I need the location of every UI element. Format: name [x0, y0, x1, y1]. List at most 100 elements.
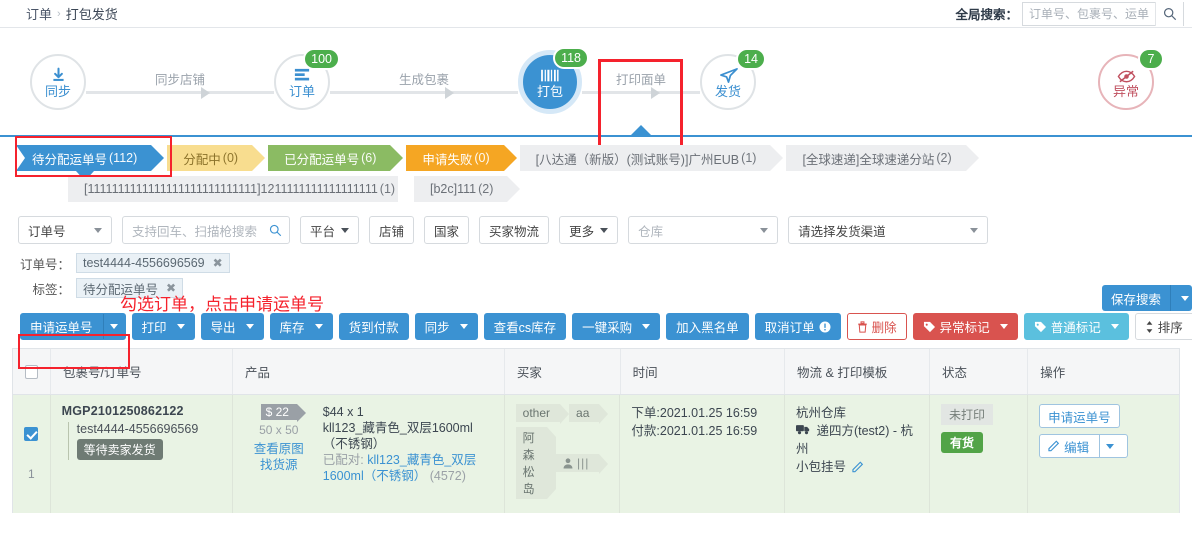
- table-header-row: 包裹号/订单号 产品 买家 时间 物流 & 打印模板 状态 操作: [13, 349, 1179, 395]
- save-search-button[interactable]: 保存搜索: [1101, 285, 1170, 311]
- tag-icon: [923, 321, 935, 332]
- filter-shipping-channel[interactable]: 请选择发货渠道: [788, 216, 989, 244]
- truck-icon: [795, 425, 810, 435]
- step-sync[interactable]: 同步: [30, 53, 86, 110]
- tab-custom-numeric[interactable]: [1111111111111111111111111111]1211111111…: [68, 176, 398, 202]
- save-search-dropdown[interactable]: [1170, 285, 1192, 311]
- filter-platform[interactable]: 平台: [300, 216, 360, 244]
- cod-label: 货到付款: [348, 321, 399, 335]
- chip-label-tag: 标签：: [32, 282, 70, 297]
- filter-country[interactable]: 国家: [424, 216, 470, 244]
- export-button[interactable]: 导出: [200, 313, 264, 340]
- orders-table: 包裹号/订单号 产品 买家 时间 物流 & 打印模板 状态 操作 1 MGP21…: [12, 348, 1180, 513]
- normal-tag-button[interactable]: 普通标记: [1023, 313, 1129, 340]
- apply-waybill-label: 申请运单号: [30, 321, 93, 335]
- delete-button[interactable]: 删除: [846, 313, 907, 340]
- chip-order-no[interactable]: test4444-4556696569 ✖: [76, 253, 230, 273]
- step-pack[interactable]: 打包 118: [518, 46, 589, 114]
- export-label: 导出: [210, 321, 236, 335]
- chevron-down-icon: [110, 324, 119, 329]
- add-blacklist-button[interactable]: 加入黑名单: [666, 313, 749, 340]
- order-no[interactable]: test4444-4556696569: [77, 422, 221, 436]
- chevron-down-icon: [176, 324, 185, 329]
- product-price-tag: $ 22: [260, 404, 307, 422]
- cod-button[interactable]: 货到付款: [338, 313, 409, 340]
- buyer-icons[interactable]: |||: [556, 454, 609, 474]
- tab-allocated[interactable]: 已分配运单号 (6): [268, 145, 404, 171]
- buyer-tag-name: aa: [569, 404, 609, 424]
- product-matched-code: (4572): [429, 469, 466, 483]
- global-search-input[interactable]: [1023, 2, 1155, 25]
- chevron-down-icon: [245, 324, 254, 329]
- step-ship[interactable]: 发货 14: [700, 47, 766, 110]
- header-actions: 操作: [1040, 366, 1066, 380]
- abnormal-tag-button[interactable]: 异常标记: [912, 313, 1018, 340]
- row-apply-waybill-button[interactable]: 申请运单号: [1039, 404, 1120, 428]
- tab-label: 已分配运单号: [284, 152, 360, 167]
- global-search: 全局搜索：: [955, 1, 1192, 26]
- edit-icon[interactable]: [852, 461, 864, 473]
- step-abnormal[interactable]: 异常 7: [1098, 47, 1164, 110]
- find-source-link[interactable]: 找货源: [244, 457, 314, 473]
- tab-b2c-111[interactable]: [b2c]111 (2): [414, 176, 521, 202]
- global-search-label: 全局搜索：: [955, 8, 1018, 22]
- package-no[interactable]: MGP2101250862122: [62, 404, 221, 418]
- global-search-button[interactable]: [1155, 1, 1183, 26]
- trash-icon: [857, 320, 867, 333]
- filter-warehouse[interactable]: 仓库: [628, 216, 779, 244]
- view-original-image-link[interactable]: 查看原图: [244, 441, 314, 457]
- tab-allocating[interactable]: 分配中 (0): [167, 145, 265, 171]
- filter-field-select-value: 订单号: [28, 224, 66, 239]
- row-edit-button[interactable]: 编辑: [1039, 434, 1129, 458]
- search-input-placeholder: 支持回车、扫描枪搜索: [132, 224, 258, 239]
- sort-button[interactable]: 排序: [1134, 313, 1192, 340]
- select-all-checkbox[interactable]: [25, 364, 38, 379]
- filter-field-select[interactable]: 订单号: [18, 216, 112, 244]
- apply-waybill-dropdown[interactable]: [102, 314, 125, 339]
- workflow-stepper: 同步 同步店铺 订单 100 生成包裹 打包 118 打印面单 发货 14 异常…: [0, 28, 1192, 157]
- chevron-down-icon: [94, 227, 102, 233]
- status-tab-row-2: [1111111111111111111111111111]1211111111…: [68, 176, 1192, 202]
- close-icon[interactable]: ✖: [213, 256, 223, 270]
- cell-product: $ 22 50 x 50 查看原图 找货源 $44 x 1 kll123_藏青色…: [233, 395, 505, 513]
- one-click-purchase-button[interactable]: 一键采购: [572, 313, 661, 340]
- filter-buyer-logistics[interactable]: 买家物流: [479, 216, 550, 244]
- row-checkbox[interactable]: [24, 427, 39, 441]
- download-icon: [50, 65, 67, 84]
- tab-apply-failed[interactable]: 申请失败 (0): [406, 145, 518, 171]
- filter-shop[interactable]: 店铺: [369, 216, 415, 244]
- step-sync-label: 同步: [44, 83, 71, 99]
- print-button[interactable]: 打印: [131, 313, 195, 340]
- sync-button[interactable]: 同步: [414, 313, 478, 340]
- send-icon: [719, 65, 738, 84]
- filter-more[interactable]: 更多: [559, 216, 619, 244]
- filter-shipping-channel-placeholder: 请选择发货渠道: [798, 224, 886, 239]
- person-icon: [563, 457, 573, 468]
- row-edit-dropdown[interactable]: [1099, 435, 1119, 457]
- tab-global-express[interactable]: [全球速递]全球速递分站 (2): [786, 145, 979, 171]
- inventory-button[interactable]: 库存: [269, 313, 333, 340]
- search-input-wrap[interactable]: 支持回车、扫描枪搜索: [122, 216, 290, 244]
- cancel-order-button[interactable]: 取消订单: [754, 313, 841, 340]
- search-icon[interactable]: [269, 224, 282, 237]
- chip-label-order-no: 订单号：: [19, 257, 70, 272]
- view-cs-inventory-button[interactable]: 查看cs库存: [483, 313, 567, 340]
- cell-buyer: other aa 阿森松岛 |||: [505, 395, 621, 513]
- step-order[interactable]: 订单 100: [274, 47, 340, 110]
- step-link-create-package: 生成包裹: [330, 54, 518, 110]
- row-select-cell: 1: [13, 395, 51, 513]
- breadcrumb-root[interactable]: 订单: [26, 4, 52, 23]
- filter-shop-label: 店铺: [379, 224, 405, 239]
- step-abnormal-label: 异常: [1112, 83, 1139, 99]
- sort-icon: [1146, 320, 1153, 333]
- filter-warehouse-placeholder: 仓库: [638, 224, 664, 239]
- apply-waybill-button[interactable]: 申请运单号: [20, 313, 126, 340]
- step-ship-badge: 14: [736, 47, 766, 70]
- cell-time: 下单:2021.01.25 16:59 付款:2021.01.25 16:59: [620, 395, 785, 513]
- tab-count: (1): [379, 182, 396, 196]
- tab-octopus-eub[interactable]: [八达通（新版）(测试账号)]广州EUB (1): [519, 145, 784, 171]
- tab-label: [八达通（新版）(测试账号)]广州EUB: [535, 152, 740, 167]
- step-ship-label: 发货: [714, 83, 741, 99]
- tab-pending-waybill[interactable]: 待分配运单号 (112): [16, 145, 165, 181]
- header-select-all: [13, 349, 51, 394]
